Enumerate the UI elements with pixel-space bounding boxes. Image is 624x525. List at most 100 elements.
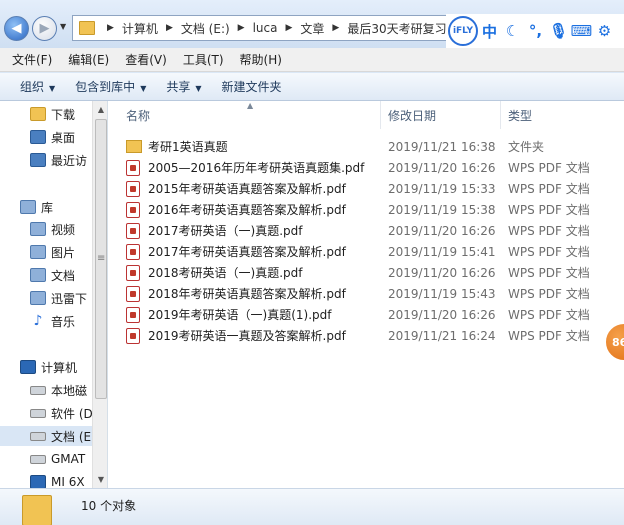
breadcrumb-computer[interactable]: 计算机 <box>122 20 158 37</box>
gear-icon[interactable]: ⚙ <box>593 22 616 40</box>
include-label: 包含到库中 <box>75 80 136 94</box>
file-row[interactable]: 2015年考研英语真题答案及解析.pdf 2019/11/19 15:33 WP… <box>126 178 624 199</box>
thunder-icon <box>30 291 46 305</box>
microphone-icon[interactable]: 🎙 <box>547 22 570 40</box>
file-type: WPS PDF 文档 <box>508 329 590 343</box>
folder-icon <box>22 495 52 525</box>
file-name: 2019考研英语一真题及答案解析.pdf <box>148 329 346 343</box>
file-row[interactable]: 2005—2016年历年考研英语真题集.pdf 2019/11/20 16:26… <box>126 157 624 178</box>
menu-file[interactable]: 文件(F) <box>4 51 60 68</box>
nav-label: 文档 <box>51 268 76 283</box>
file-type: WPS PDF 文档 <box>508 161 590 175</box>
chevron-right-icon[interactable]: ▶ <box>332 23 339 33</box>
phone-icon <box>30 475 46 488</box>
video-icon <box>30 222 46 236</box>
arrow-left-icon: ◀ <box>11 21 22 36</box>
file-row[interactable]: 2017年考研英语真题答案及解析.pdf 2019/11/19 15:41 WP… <box>126 241 624 262</box>
column-divider[interactable] <box>380 101 381 129</box>
chevron-down-icon: ▼ <box>195 84 202 93</box>
column-header-type[interactable]: 类型 <box>508 101 532 129</box>
share-button[interactable]: 共享 ▼ <box>156 78 211 95</box>
nav-label: 最近访 <box>51 153 88 168</box>
menu-edit[interactable]: 编辑(E) <box>60 51 117 68</box>
file-row[interactable]: 2017考研英语（一)真题.pdf 2019/11/20 16:26 WPS P… <box>126 220 624 241</box>
nav-label: GMAT <box>51 452 86 466</box>
breadcrumb-drive-e[interactable]: 文档 (E:) <box>181 20 230 37</box>
chevron-right-icon[interactable]: ▶ <box>285 23 292 33</box>
file-type: WPS PDF 文档 <box>508 203 590 217</box>
chinese-mode-icon[interactable]: 中 <box>478 21 501 42</box>
moon-icon[interactable]: ☾ <box>501 22 524 40</box>
library-icon <box>20 200 36 214</box>
navigation-pane: 下载 桌面 最近访 库 视频 图片 文档 迅雷下 ♪ 音乐 计算机 本地磁 软件 … <box>0 101 108 488</box>
scroll-up-icon[interactable]: ▲ <box>93 105 107 114</box>
file-type: WPS PDF 文档 <box>508 308 590 322</box>
file-type: WPS PDF 文档 <box>508 287 590 301</box>
nav-label: 计算机 <box>41 360 78 375</box>
file-name: 2018年考研英语真题答案及解析.pdf <box>148 287 346 301</box>
nav-label: 库 <box>41 200 54 215</box>
nav-label: 文档 (E <box>51 429 92 444</box>
file-name: 2015年考研英语真题答案及解析.pdf <box>148 182 346 196</box>
file-row[interactable]: 2018考研英语（一)真题.pdf 2019/11/20 16:26 WPS P… <box>126 262 624 283</box>
nav-label: 音乐 <box>51 314 76 329</box>
column-divider[interactable] <box>500 101 501 129</box>
grip-icon: ≡ <box>97 253 106 264</box>
file-row[interactable]: 2018年考研英语真题答案及解析.pdf 2019/11/19 15:43 WP… <box>126 283 624 304</box>
chevron-right-icon[interactable]: ▶ <box>238 23 245 33</box>
file-date: 2019/11/21 16:38 <box>388 139 496 154</box>
drive-icon <box>30 454 46 464</box>
drive-icon <box>30 431 46 441</box>
document-icon <box>30 268 46 282</box>
file-type: 文件夹 <box>508 140 545 154</box>
command-bar: 组织 ▼ 包含到库中 ▼ 共享 ▼ 新建文件夹 <box>0 73 624 101</box>
keyboard-icon[interactable]: ⌨ <box>570 22 593 40</box>
nav-scrollbar[interactable]: ▲ ≡ ▼ <box>92 101 107 488</box>
pdf-icon <box>126 181 140 197</box>
column-header-date[interactable]: 修改日期 <box>388 101 436 129</box>
forward-button[interactable]: ▶ <box>32 16 57 41</box>
chevron-right-icon[interactable]: ▶ <box>166 23 173 33</box>
menu-tools[interactable]: 工具(T) <box>175 51 232 68</box>
file-date: 2019/11/21 16:24 <box>388 328 496 343</box>
breadcrumb-luca[interactable]: luca <box>253 21 278 35</box>
file-row[interactable]: 考研1英语真题 2019/11/21 16:38 文件夹 <box>126 136 624 157</box>
pdf-icon <box>126 160 140 176</box>
pdf-icon <box>126 328 140 344</box>
computer-icon <box>20 360 36 374</box>
folder-icon <box>30 107 46 121</box>
breadcrumb-articles[interactable]: 文章 <box>300 20 324 37</box>
punctuation-icon[interactable]: °, <box>524 22 547 40</box>
drive-icon <box>30 408 46 418</box>
file-name: 2017年考研英语真题答案及解析.pdf <box>148 245 346 259</box>
pdf-icon <box>126 202 140 218</box>
desktop-icon <box>30 130 46 144</box>
breadcrumb-current[interactable]: 最后30天考研复习资 <box>347 20 447 37</box>
recent-icon <box>30 153 46 167</box>
file-name: 2017考研英语（一)真题.pdf <box>148 224 303 238</box>
ifly-logo[interactable]: iFLY <box>448 16 478 46</box>
ifly-input-toolbar: iFLY 中 ☾ °, 🎙 ⌨ ⚙ <box>446 14 624 48</box>
folder-icon <box>79 21 95 35</box>
nav-label: 本地磁 <box>51 383 88 398</box>
column-header-name[interactable]: 名称 <box>126 101 150 129</box>
address-bar[interactable]: ▶ 计算机 ▶ 文档 (E:) ▶ luca ▶ 文章 ▶ 最后30天考研复习资 <box>72 15 448 41</box>
organize-button[interactable]: 组织 ▼ <box>10 78 65 95</box>
pdf-icon <box>126 286 140 302</box>
nav-item-drive-e[interactable]: 文档 (E <box>0 426 92 446</box>
scroll-down-icon[interactable]: ▼ <box>93 475 107 484</box>
back-button[interactable]: ◀ <box>4 16 29 41</box>
file-row[interactable]: 2019考研英语一真题及答案解析.pdf 2019/11/21 16:24 WP… <box>126 325 624 346</box>
menu-view[interactable]: 查看(V) <box>117 51 175 68</box>
arrow-right-icon: ▶ <box>39 21 50 36</box>
menu-help[interactable]: 帮助(H) <box>232 51 290 68</box>
include-in-library-button[interactable]: 包含到库中 ▼ <box>65 78 156 95</box>
file-type: WPS PDF 文档 <box>508 245 590 259</box>
chevron-right-icon[interactable]: ▶ <box>107 23 114 33</box>
file-row[interactable]: 2019年考研英语（一)真题(1).pdf 2019/11/20 16:26 W… <box>126 304 624 325</box>
recent-pages-dropdown[interactable]: ▼ <box>60 22 66 31</box>
menu-bar: 文件(F) 编辑(E) 查看(V) 工具(T) 帮助(H) <box>0 48 624 72</box>
new-folder-button[interactable]: 新建文件夹 <box>212 78 292 95</box>
file-row[interactable]: 2016年考研英语真题答案及解析.pdf 2019/11/19 15:38 WP… <box>126 199 624 220</box>
organize-label: 组织 <box>20 80 45 94</box>
